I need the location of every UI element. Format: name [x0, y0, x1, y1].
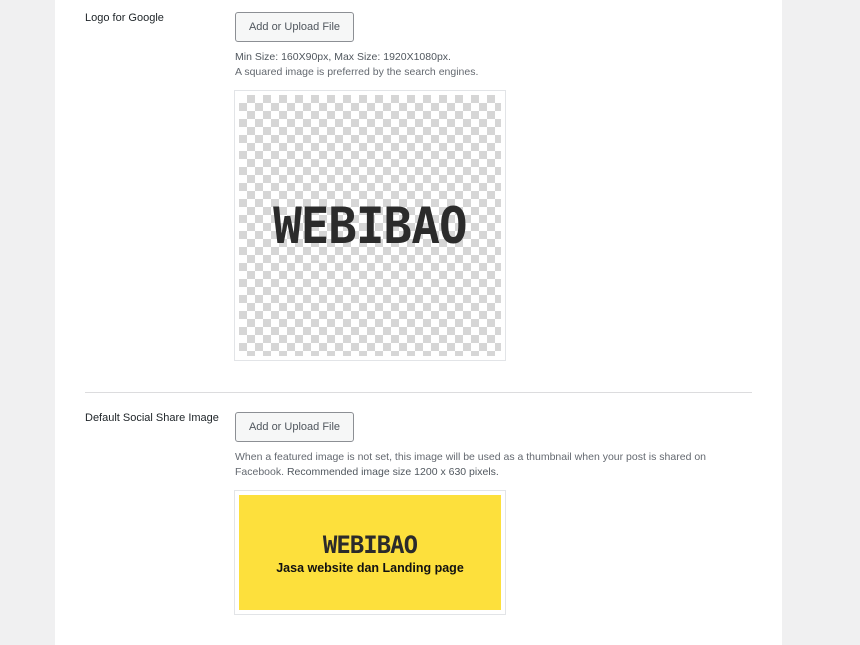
social-share-size-hint: Recommended image size 1200 x 630 pixels…	[286, 466, 499, 478]
transparent-background: WEBIBAO	[239, 95, 501, 356]
logo-text: WEBIBAO	[273, 196, 467, 255]
social-share-banner: WEBIBAO Jasa website dan Landing page	[239, 495, 501, 610]
social-share-hint-line1: When a featured image is not set, this i…	[235, 451, 707, 463]
webibao-logo-small: WEBIBAO	[322, 530, 418, 559]
section-divider	[85, 392, 752, 393]
social-share-preview[interactable]: WEBIBAO Jasa website dan Landing page	[234, 490, 506, 615]
banner-tagline: Jasa website dan Landing page	[276, 560, 464, 575]
webibao-logo: WEBIBAO	[273, 197, 467, 255]
logo-square-hint: A squared image is preferred by the sear…	[235, 66, 479, 78]
banner-logo-text: WEBIBAO	[322, 530, 418, 559]
logo-size-hint-strong: Min Size: 160X90px, Max Size: 1920X1080p…	[235, 51, 451, 63]
logo-for-google-label: Logo for Google	[85, 12, 164, 24]
logo-preview[interactable]: WEBIBAO	[234, 90, 506, 361]
social-share-label: Default Social Share Image	[85, 412, 219, 424]
social-share-upload-button[interactable]: Add or Upload File	[235, 412, 354, 442]
logo-size-hint: Min Size: 160X90px, Max Size: 1920X1080p…	[235, 50, 478, 80]
logo-upload-button[interactable]: Add or Upload File	[235, 12, 354, 42]
social-share-hint-facebook: Facebook.	[235, 466, 285, 478]
social-share-hint: When a featured image is not set, this i…	[235, 450, 735, 480]
